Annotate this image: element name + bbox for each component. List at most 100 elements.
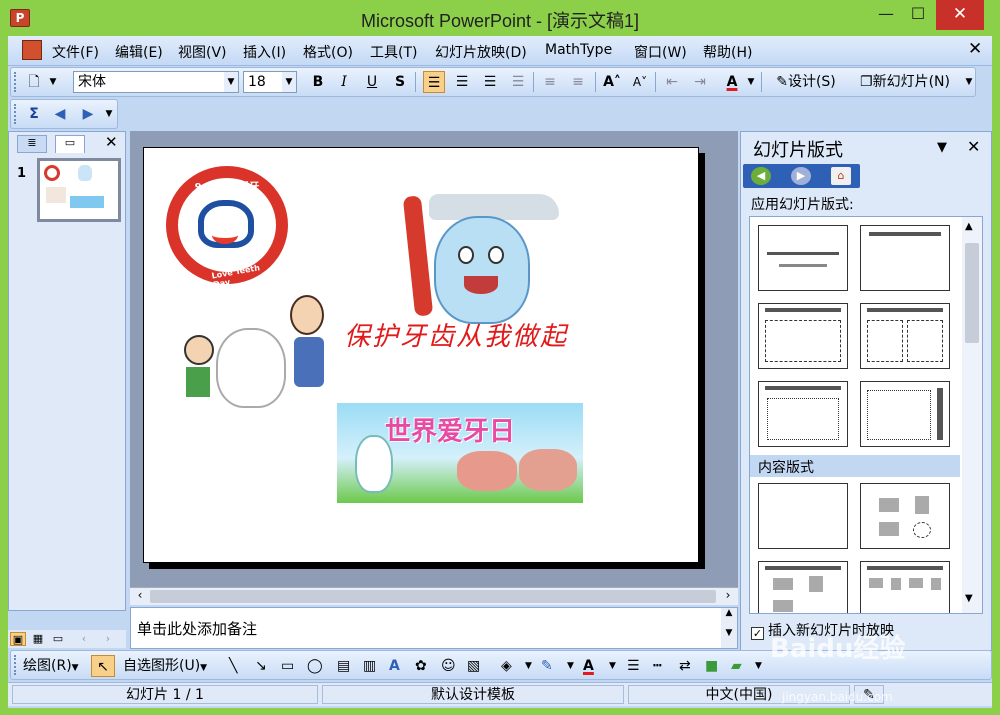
home-icon[interactable]: ⌂ [831, 167, 851, 185]
close-window-button[interactable]: ✕ [936, 0, 984, 30]
notes-pane[interactable]: 单击此处添加备注 ▲ ▼ [130, 607, 738, 649]
decrease-indent-icon[interactable]: ⇤ [661, 71, 683, 93]
diagram-icon[interactable]: ✿ [415, 655, 427, 677]
toolbar-grip[interactable] [14, 655, 18, 675]
toolbar-grip[interactable] [14, 72, 18, 92]
scroll-down-icon[interactable]: ▼ [965, 593, 973, 604]
font-color-icon[interactable]: A [721, 71, 743, 93]
chevron-down-icon[interactable]: ▼ [567, 655, 574, 677]
increase-font-icon[interactable]: A˄ [601, 71, 623, 93]
scroll-right-icon[interactable]: › [720, 588, 736, 602]
draw-menu-button[interactable]: 绘图(R)▼ [23, 655, 79, 677]
decrease-font-icon[interactable]: A˅ [629, 71, 651, 93]
clipart-icon[interactable]: ☺ [441, 655, 456, 677]
minimize-button[interactable]: — [872, 0, 900, 30]
layout-title-slide[interactable] [758, 225, 848, 291]
back-icon[interactable]: ◀ [751, 167, 771, 185]
font-color-icon[interactable]: A [583, 655, 594, 677]
toolbar-options-icon[interactable]: ▼ [47, 71, 59, 93]
shadow-style-icon[interactable]: ■ [705, 655, 718, 677]
maximize-button[interactable]: ☐ [904, 0, 932, 30]
italic-button[interactable]: I [333, 71, 355, 93]
scroll-left-icon[interactable]: ‹ [76, 632, 92, 646]
increase-indent-icon[interactable]: ⇥ [689, 71, 711, 93]
sigma-icon[interactable]: Σ [23, 103, 45, 125]
font-name-combo[interactable]: 宋体 ▼ [73, 71, 239, 93]
arrow-left-icon[interactable]: ◀ [49, 103, 71, 125]
autoshapes-button[interactable]: 自选图形(U)▼ [123, 655, 207, 677]
notes-scrollbar[interactable]: ▲ ▼ [721, 608, 737, 648]
layout-title-and-two-content[interactable] [860, 561, 950, 613]
slide-thumbnail[interactable] [37, 158, 121, 222]
3d-style-icon[interactable]: ▰ [731, 655, 742, 677]
menu-help[interactable]: 帮助(H) [703, 42, 752, 62]
arrow-right-icon[interactable]: ▶ [77, 103, 99, 125]
arrow-icon[interactable]: ↘ [255, 655, 267, 677]
layout-vertical-title-text[interactable] [860, 381, 950, 447]
layout-vertical-text[interactable] [758, 381, 848, 447]
new-document-icon[interactable]: 🗋 [23, 71, 45, 93]
numbering-icon[interactable]: ≡ [539, 71, 561, 93]
new-slide-button[interactable]: ❐新幻灯片(N) [851, 71, 959, 93]
world-teeth-day-banner[interactable]: 世界爱牙日 [337, 403, 583, 503]
layout-content[interactable] [860, 483, 950, 549]
design-button[interactable]: ✎设计(S) [767, 71, 845, 93]
toolbar-options-icon[interactable]: ▼ [755, 655, 762, 677]
arrow-style-icon[interactable]: ⇄ [679, 655, 691, 677]
chevron-down-icon[interactable]: ▼ [609, 655, 616, 677]
tab-outline[interactable]: ≣ [17, 135, 47, 153]
line-icon[interactable]: ╲ [229, 655, 237, 677]
horizontal-scrollbar[interactable]: ‹ › [130, 587, 738, 605]
slide-canvas[interactable]: 9.20全国爱牙日 Love Teeth Day 保护牙齿从我做起 [143, 147, 699, 563]
slideshow-icon[interactable]: ▭ [50, 632, 66, 646]
font-size-combo[interactable]: 18 ▼ [243, 71, 297, 93]
chevron-down-icon[interactable]: ▼ [525, 655, 532, 677]
menu-file[interactable]: 文件(F) [52, 42, 99, 62]
forward-icon[interactable]: ▶ [791, 167, 811, 185]
chevron-down-icon[interactable]: ▼ [282, 72, 296, 92]
checkbox-box[interactable]: ✓ [751, 627, 764, 640]
picture-icon[interactable]: ▧ [467, 655, 480, 677]
layout-title-and-text[interactable] [758, 303, 848, 369]
shadow-button[interactable]: S [389, 71, 411, 93]
document-icon[interactable] [22, 40, 42, 60]
scroll-left-icon[interactable]: ‹ [132, 588, 148, 602]
select-pointer-icon[interactable]: ↖ [91, 655, 115, 677]
toolbar-options-icon[interactable]: ▼ [103, 103, 115, 125]
fill-color-icon[interactable]: ◈ [501, 655, 512, 677]
layout-title-and-content[interactable] [758, 561, 848, 613]
scroll-thumb[interactable] [150, 590, 716, 603]
scroll-right-icon[interactable]: › [100, 632, 116, 646]
close-icon[interactable]: ✕ [967, 137, 980, 156]
scroll-thumb[interactable] [965, 243, 979, 343]
bold-button[interactable]: B [307, 71, 329, 93]
layout-two-column-text[interactable] [860, 303, 950, 369]
align-right-icon[interactable]: ☰ [479, 71, 501, 93]
bullets-icon[interactable]: ≡ [567, 71, 589, 93]
menu-mathtype[interactable]: MathType [545, 42, 612, 58]
chevron-down-icon[interactable]: ▼ [745, 71, 757, 93]
chevron-down-icon[interactable]: ▼ [937, 140, 947, 155]
dentist-cartoon-image[interactable] [178, 293, 336, 423]
menu-format[interactable]: 格式(O) [303, 42, 353, 62]
distribute-icon[interactable]: ☰ [507, 71, 529, 93]
toolbar-options-icon[interactable]: ▼ [963, 71, 975, 93]
menu-edit[interactable]: 编辑(E) [115, 42, 163, 62]
layout-scrollbar[interactable]: ▲ ▼ [962, 217, 982, 613]
cartoon-tooth-image[interactable] [434, 216, 530, 324]
close-document-icon[interactable]: ✕ [968, 39, 982, 59]
line-color-icon[interactable]: ✎ [541, 655, 553, 677]
normal-view-icon[interactable]: ▣ [10, 632, 26, 646]
dash-style-icon[interactable]: ┅ [653, 655, 661, 677]
vertical-textbox-icon[interactable]: ▥ [363, 655, 376, 677]
menu-slideshow[interactable]: 幻灯片放映(D) [435, 42, 527, 62]
toolbar-grip[interactable] [14, 104, 18, 124]
layout-blank[interactable] [758, 483, 848, 549]
wordart-icon[interactable]: A [389, 655, 400, 677]
slogan-wordart[interactable]: 保护牙齿从我做起 [344, 316, 568, 353]
oval-icon[interactable]: ◯ [307, 655, 323, 677]
chevron-down-icon[interactable]: ▼ [224, 72, 238, 92]
love-teeth-logo[interactable]: 9.20全国爱牙日 Love Teeth Day [166, 166, 288, 289]
align-left-icon[interactable]: ☰ [423, 71, 445, 93]
tab-slides[interactable]: ▭ [55, 135, 85, 153]
